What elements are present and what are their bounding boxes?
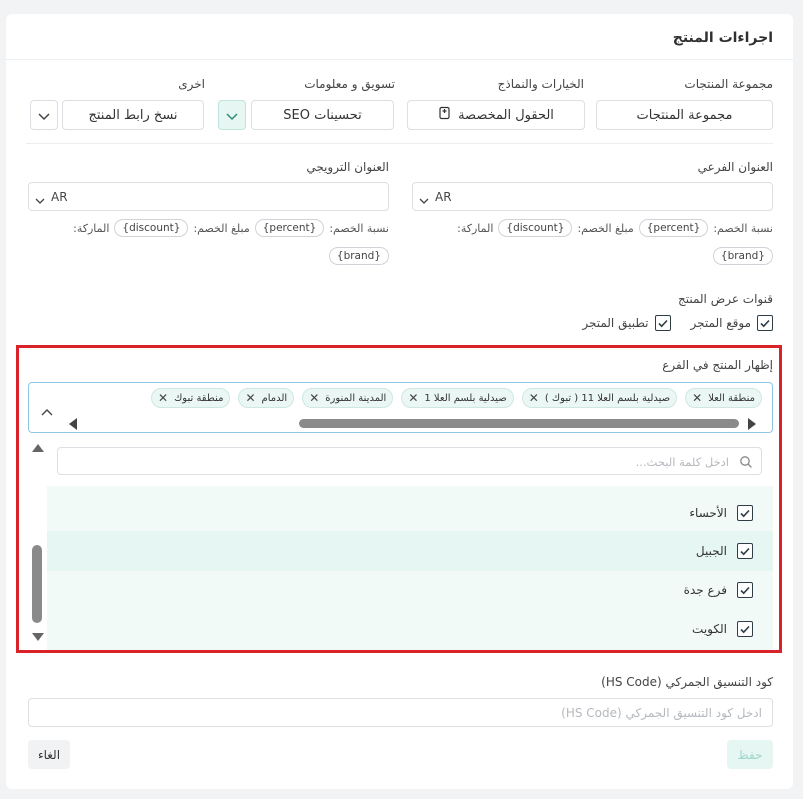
subtitle-input[interactable]: AR [412, 182, 773, 211]
chevron-down-icon[interactable] [419, 190, 429, 209]
channels-options: موقع المتجر تطبيق المتجر [582, 315, 773, 331]
hs-code-input[interactable]: ادخل كود التنسيق الجمركي (HS Code) [28, 698, 773, 727]
amount-hint-label: مبلغ الخصم: [577, 221, 634, 235]
options-models-label: الخيارات والنماذج [497, 77, 584, 91]
percent-token[interactable]: {percent} [638, 219, 709, 237]
percent-token[interactable]: {percent} [254, 219, 325, 237]
marketing-dropdown-toggle[interactable] [218, 100, 246, 130]
hs-code-placeholder: ادخل كود التنسيق الجمركي (HS Code) [561, 706, 762, 720]
document-add-icon [438, 106, 452, 124]
store-app-checkbox[interactable] [654, 315, 671, 331]
channels-label: قنوات عرض المنتج [677, 292, 773, 306]
brand-token[interactable]: {brand} [712, 247, 773, 265]
section-divider [26, 143, 773, 144]
page-title: اجراءات المنتج [672, 30, 773, 46]
discount-token[interactable]: {discount} [498, 219, 573, 237]
chevron-down-icon [226, 106, 238, 125]
promo-lang: AR [51, 190, 68, 204]
brand-hint-label: الماركة: [73, 221, 110, 235]
store-site-checkbox[interactable] [757, 315, 773, 331]
promo-title-label: العنوان الترويجي [306, 160, 389, 174]
title-divider [6, 59, 793, 60]
amount-hint-label: مبلغ الخصم: [193, 221, 250, 235]
subtitle-lang: AR [435, 190, 452, 204]
save-button[interactable]: حفظ [727, 740, 773, 769]
promo-hints: نسبة الخصم: {percent} مبلغ الخصم: {disco… [73, 219, 389, 237]
chevron-down-icon [38, 106, 50, 125]
percent-hint-label: نسبة الخصم: [713, 221, 773, 235]
other-dropdown-toggle[interactable] [30, 100, 58, 130]
custom-fields-button[interactable]: الحقول المخصصة [407, 100, 585, 130]
discount-token[interactable]: {discount} [114, 219, 189, 237]
subtitle-label: العنوان الفرعي [697, 160, 773, 174]
marketing-label: تسويق و معلومات [304, 77, 395, 91]
other-label: اخرى [178, 77, 205, 91]
store-site-label: موقع المتجر [690, 316, 751, 330]
custom-fields-label: الحقول المخصصة [458, 107, 554, 123]
brand-token[interactable]: {brand} [328, 247, 389, 265]
hs-code-label: كود التنسيق الجمركي (HS Code) [601, 675, 773, 689]
cancel-button[interactable]: الغاء [28, 740, 70, 769]
subtitle-hints: نسبة الخصم: {percent} مبلغ الخصم: {disco… [457, 219, 773, 237]
highlight-frame [16, 345, 782, 653]
product-group-button[interactable]: مجموعة المنتجات [596, 100, 773, 130]
chevron-down-icon[interactable] [35, 190, 45, 209]
store-app-label: تطبيق المتجر [582, 316, 649, 330]
seo-improvements-button[interactable]: تحسينات SEO [251, 100, 394, 130]
promo-title-input[interactable]: AR [28, 182, 389, 211]
percent-hint-label: نسبة الخصم: [329, 221, 389, 235]
copy-product-link-button[interactable]: نسخ رابط المنتج [62, 100, 204, 130]
product-group-label: مجموعة المنتجات [684, 77, 773, 91]
brand-hint-label: الماركة: [457, 221, 494, 235]
